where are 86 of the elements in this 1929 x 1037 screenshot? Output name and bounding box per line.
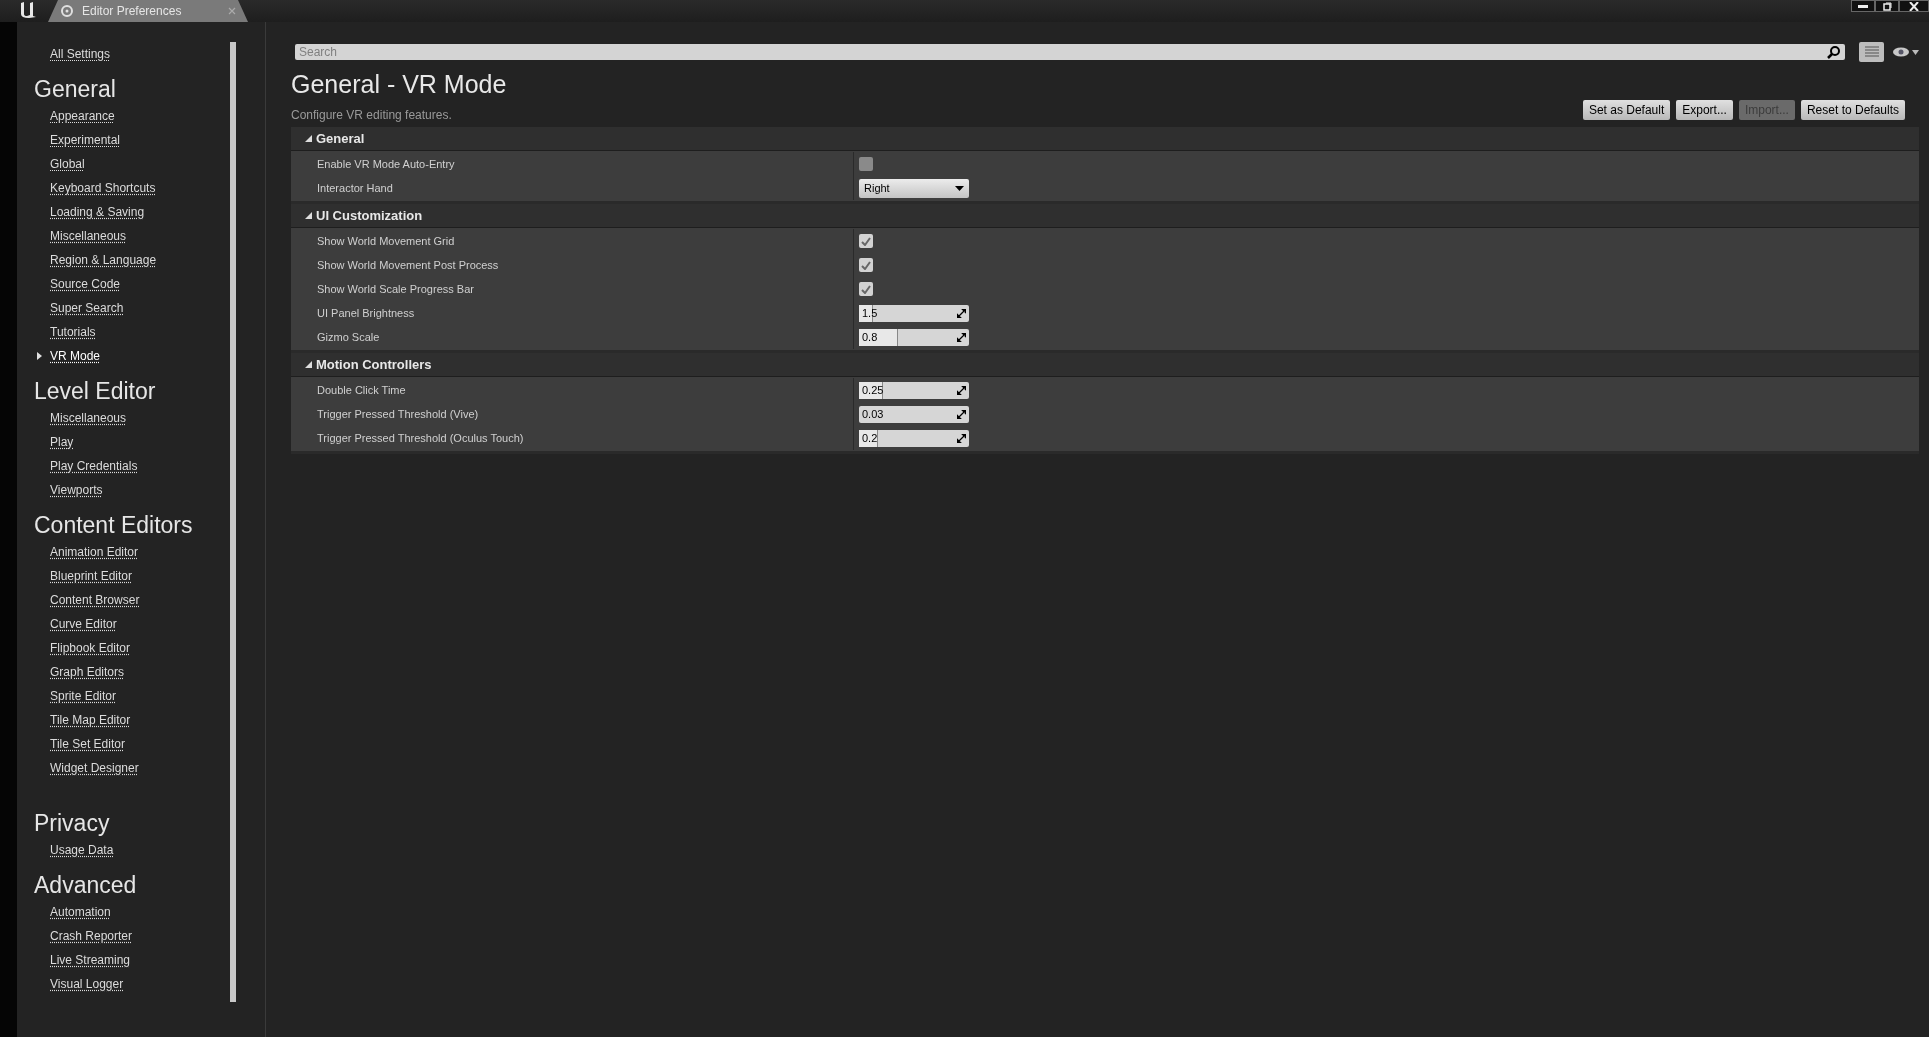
numeric-spin-box[interactable]: 0.2 bbox=[859, 429, 969, 447]
sidebar-link[interactable]: Live Streaming bbox=[50, 951, 131, 969]
section-header[interactable]: Motion Controllers bbox=[291, 353, 1919, 377]
resize-arrow-icon bbox=[957, 433, 966, 443]
close-button[interactable] bbox=[1899, 0, 1929, 12]
sidebar-link[interactable]: Flipbook Editor bbox=[50, 639, 131, 657]
numeric-spin-box[interactable]: 1.5 bbox=[859, 304, 969, 322]
logo-icon bbox=[18, 1, 38, 19]
eye-icon bbox=[1892, 47, 1910, 57]
sidebar-link[interactable]: Region & Language bbox=[50, 251, 157, 269]
restore-icon bbox=[1882, 1, 1892, 11]
sidebar-link[interactable]: VR Mode bbox=[50, 347, 101, 365]
caret-icon bbox=[1912, 49, 1919, 55]
property-label: Show World Movement Post Process bbox=[317, 257, 499, 273]
sidebar-link[interactable]: Appearance bbox=[50, 107, 115, 125]
sidebar-link[interactable]: Graph Editors bbox=[50, 663, 125, 681]
section-header[interactable]: UI Customization bbox=[291, 204, 1919, 228]
close-icon bbox=[1909, 1, 1919, 11]
property-label: Show World Scale Progress Bar bbox=[317, 281, 474, 297]
tab-title: Editor Preferences bbox=[82, 3, 182, 20]
numeric-spin-box[interactable]: 0.25 bbox=[859, 381, 969, 399]
sidebar-link[interactable]: Content Browser bbox=[50, 591, 140, 609]
numeric-spin-box[interactable]: 0.8 bbox=[859, 328, 969, 346]
search-field[interactable]: Search bbox=[295, 44, 1845, 60]
checkbox[interactable] bbox=[859, 258, 873, 272]
checkbox[interactable] bbox=[859, 157, 873, 171]
category-heading: General bbox=[34, 75, 117, 104]
category-heading: Level Editor bbox=[34, 377, 157, 406]
search-icon[interactable] bbox=[1827, 45, 1841, 59]
numeric-spin-box[interactable]: 0.03 bbox=[859, 405, 969, 423]
sidebar-link[interactable]: Viewports bbox=[50, 481, 103, 499]
interactor-hand-dropdown[interactable]: Right bbox=[859, 178, 969, 198]
page-description: Configure VR editing features. bbox=[291, 107, 453, 124]
property-label: Gizmo Scale bbox=[317, 329, 380, 345]
property-label: Interactor Hand bbox=[317, 180, 393, 196]
sidebar-link[interactable]: Super Search bbox=[50, 299, 124, 317]
sidebar-link[interactable]: Source Code bbox=[50, 275, 121, 293]
sidebar-link[interactable]: Animation Editor bbox=[50, 543, 139, 561]
sidebar-link[interactable]: Miscellaneous bbox=[50, 227, 127, 245]
sidebar-link[interactable]: Play Credentials bbox=[50, 457, 138, 475]
sidebar-link[interactable]: Blueprint Editor bbox=[50, 567, 133, 585]
checkbox[interactable] bbox=[859, 234, 873, 248]
toolbar-button[interactable]: Set as Default bbox=[1582, 100, 1671, 120]
editor-tab[interactable]: Editor Preferences bbox=[48, 0, 248, 22]
property-label: Trigger Pressed Threshold (Vive) bbox=[317, 406, 479, 422]
sidebar-link[interactable]: Automation bbox=[50, 903, 111, 921]
sidebar-link[interactable]: Tutorials bbox=[50, 323, 96, 341]
section-header[interactable]: General bbox=[291, 127, 1919, 151]
caret-icon bbox=[955, 185, 964, 191]
resize-arrow-icon bbox=[957, 409, 966, 419]
category-heading: Advanced bbox=[34, 871, 138, 900]
property-label: UI Panel Brightness bbox=[317, 305, 415, 321]
resize-arrow-icon bbox=[957, 332, 966, 342]
category-heading: Content Editors bbox=[34, 511, 194, 540]
sidebar-link[interactable]: Curve Editor bbox=[50, 615, 117, 633]
property-label: Trigger Pressed Threshold (Oculus Touch) bbox=[317, 430, 524, 446]
minimize-button[interactable] bbox=[1851, 0, 1875, 12]
sidebar-link[interactable]: Miscellaneous bbox=[50, 409, 127, 427]
sidebar-link[interactable]: Keyboard Shortcuts bbox=[50, 179, 156, 197]
minimize-icon bbox=[1858, 4, 1868, 8]
resize-arrow-icon bbox=[957, 385, 966, 395]
sidebar-link[interactable]: Tile Set Editor bbox=[50, 735, 125, 753]
toolbar-button[interactable]: Export... bbox=[1676, 100, 1733, 120]
sidebar-link[interactable]: Crash Reporter bbox=[50, 927, 133, 945]
property-label: Show World Movement Grid bbox=[317, 233, 455, 249]
page-title: General - VR Mode bbox=[291, 69, 507, 100]
property-label: Double Click Time bbox=[317, 382, 406, 398]
sidebar-link[interactable]: Visual Logger bbox=[50, 975, 124, 993]
list-icon bbox=[1864, 46, 1879, 58]
property-label: Enable VR Mode Auto-Entry bbox=[317, 156, 455, 172]
all-settings-link[interactable]: All Settings bbox=[50, 42, 111, 66]
sidebar-link[interactable]: Widget Designer bbox=[50, 759, 139, 777]
sidebar-link[interactable]: Sprite Editor bbox=[50, 687, 117, 705]
sidebar-link[interactable]: Usage Data bbox=[50, 841, 114, 859]
sidebar-link[interactable]: Loading & Saving bbox=[50, 203, 145, 221]
sidebar-link[interactable]: Experimental bbox=[50, 131, 121, 149]
sidebar-link[interactable]: Tile Map Editor bbox=[50, 711, 131, 729]
visibility-button[interactable] bbox=[1892, 47, 1919, 57]
sidebar-link[interactable]: Play bbox=[50, 433, 74, 451]
restore-button[interactable] bbox=[1875, 0, 1899, 12]
category-heading: Privacy bbox=[34, 809, 111, 838]
resize-arrow-icon bbox=[957, 308, 966, 318]
sidebar-link[interactable]: Global bbox=[50, 155, 85, 173]
checkbox[interactable] bbox=[859, 282, 873, 296]
scrollbar[interactable] bbox=[230, 42, 236, 1002]
toolbar-button[interactable]: Reset to Defaults bbox=[1800, 100, 1905, 120]
